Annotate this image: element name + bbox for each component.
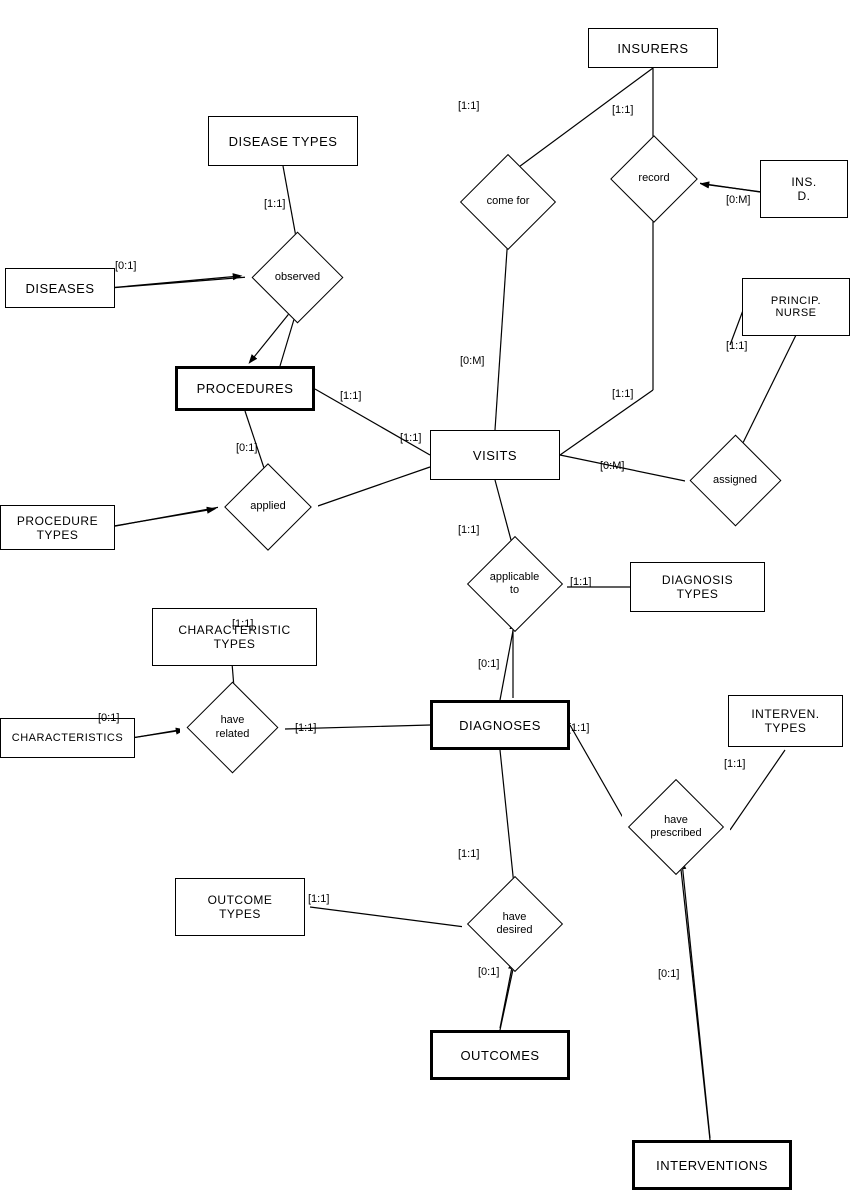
assigned-diamond: assigned <box>685 448 785 513</box>
disease-types-box: DISEASE TYPES <box>208 116 358 166</box>
insurers-label: INSURERS <box>617 41 688 56</box>
have-related-label: have related <box>216 714 250 740</box>
label-14: [0:1] <box>115 260 136 272</box>
characteristic-types-box: CHARACTERISTIC TYPES <box>152 608 317 666</box>
have-prescribed-diamond: have prescribed <box>622 793 730 861</box>
insurers-box: INSURERS <box>588 28 718 68</box>
observed-label: observed <box>275 271 320 284</box>
label-28: [1:1] <box>308 893 329 905</box>
label-32: [1:1] <box>724 758 745 770</box>
label-21: [1:1] <box>232 618 253 630</box>
label-26: [1:1] <box>295 722 316 734</box>
label-20: [0:1] <box>236 442 257 454</box>
applied-diamond: applied <box>218 476 318 538</box>
have-related-diamond: have related <box>180 695 285 760</box>
label-17: [0:M] <box>460 355 484 367</box>
label-27: [1:1] <box>568 722 589 734</box>
record-diamond: record <box>608 148 700 210</box>
diagnoses-box: DIAGNOSES <box>430 700 570 750</box>
label-31: [0:1] <box>658 968 679 980</box>
outcomes-label: OUTCOMES <box>460 1048 539 1063</box>
diagnosis-types-box: DIAGNOSIS TYPES <box>630 562 765 612</box>
interventions-label: INTERVENTIONS <box>656 1158 768 1173</box>
label-30: [0:1] <box>478 966 499 978</box>
diagnosis-types-label: DIAGNOSIS TYPES <box>662 573 733 601</box>
label-15: [1:1] <box>340 390 361 402</box>
record-label: record <box>638 172 669 185</box>
interventions-box: INTERVENTIONS <box>632 1140 792 1190</box>
label-18: [1:1] <box>612 388 633 400</box>
interven-types-box: INTERVEN. TYPES <box>728 695 843 747</box>
applicable-to-diamond: applicable to <box>462 548 567 620</box>
have-prescribed-label: have prescribed <box>650 814 701 840</box>
disease-types-label: DISEASE TYPES <box>229 134 338 149</box>
characteristics-box: CHARACTERISTICS <box>0 718 135 758</box>
come-for-diamond: come for <box>458 168 558 236</box>
interven-types-label: INTERVEN. TYPES <box>751 707 819 735</box>
label-34: [1:1] <box>726 340 747 352</box>
diagnoses-label: DIAGNOSES <box>459 718 541 733</box>
visits-box: VISITS <box>430 430 560 480</box>
procedures-label: PROCEDURES <box>197 381 294 396</box>
label-33: [0:M] <box>726 194 750 206</box>
applied-label: applied <box>250 500 285 513</box>
diseases-box: DISEASES <box>5 268 115 308</box>
label-29: [1:1] <box>458 848 479 860</box>
label-11: [1:1] <box>458 100 479 112</box>
label-13: [1:1] <box>264 198 285 210</box>
characteristics-label: CHARACTERISTICS <box>12 732 123 744</box>
observed-diamond: observed <box>245 245 350 310</box>
have-desired-diamond: have desired <box>462 888 567 960</box>
come-for-label: come for <box>487 195 530 208</box>
princip-nurs-box: PRINCIP. NURSE <box>742 278 850 336</box>
outcome-types-box: OUTCOME TYPES <box>175 878 305 936</box>
label-19: [0:M] <box>600 460 624 472</box>
procedure-types-box: PROCEDURE TYPES <box>0 505 115 550</box>
procedure-types-label: PROCEDURE TYPES <box>17 514 98 542</box>
diseases-label: DISEASES <box>25 281 94 296</box>
label-12: [1:1] <box>612 104 633 116</box>
outcomes-box: OUTCOMES <box>430 1030 570 1080</box>
er-diagram: INSURERS DISEASE TYPES DISEASES PROCEDUR… <box>0 0 850 1203</box>
label-16: [1:1] <box>400 432 421 444</box>
applicable-to-label: applicable to <box>490 571 540 597</box>
label-25: [0:1] <box>98 712 119 724</box>
assigned-label: assigned <box>713 474 757 487</box>
have-desired-label: have desired <box>496 911 532 937</box>
ins-d-box: INS. D. <box>760 160 848 218</box>
outcome-types-label: OUTCOME TYPES <box>208 893 273 921</box>
visits-label: VISITS <box>473 448 517 463</box>
label-22: [1:1] <box>458 524 479 536</box>
ins-d-label: INS. D. <box>791 175 816 203</box>
princip-nurs-label: PRINCIP. NURSE <box>771 295 821 319</box>
procedures-box: PROCEDURES <box>175 366 315 411</box>
label-23: [1:1] <box>570 576 591 588</box>
label-24: [0:1] <box>478 658 499 670</box>
